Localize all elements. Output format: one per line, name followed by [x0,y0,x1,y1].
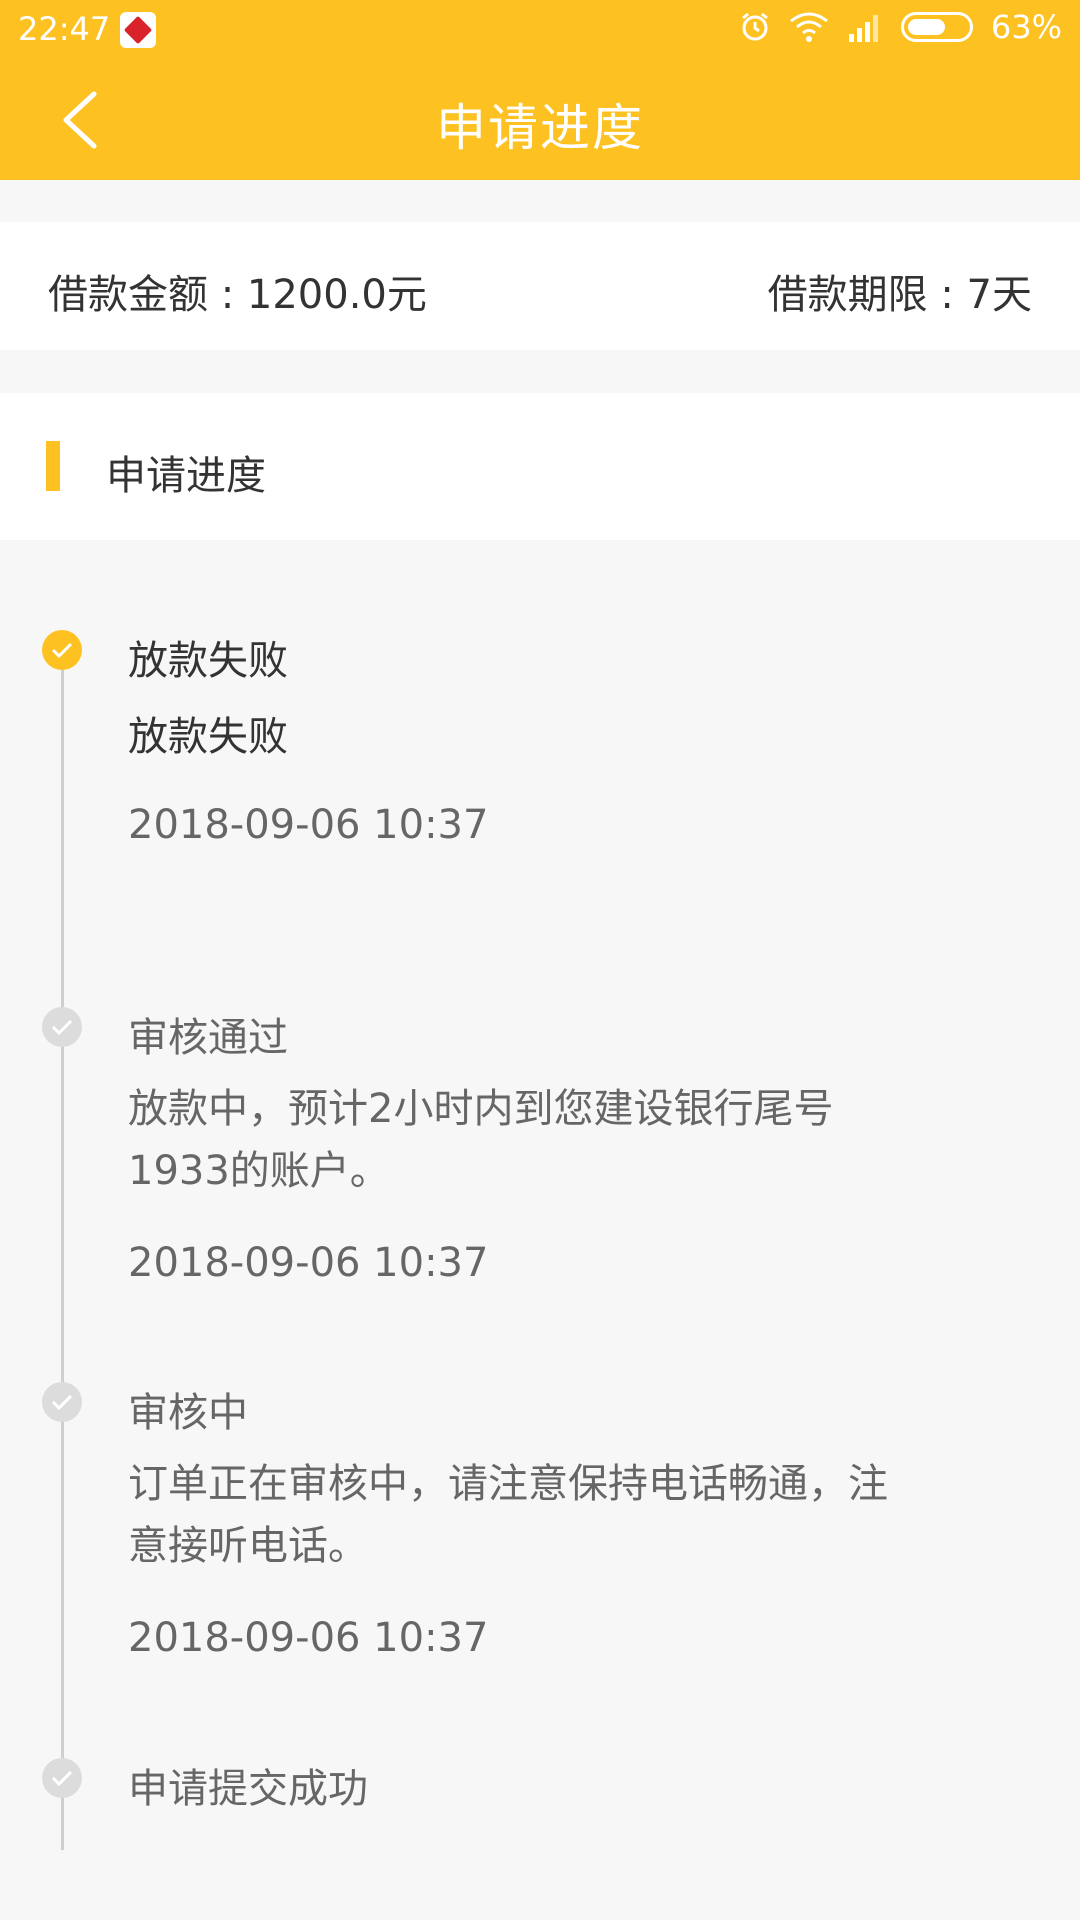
step-status: 申请提交成功 [128,1766,368,1812]
section-accent-bar [46,441,60,491]
page-title: 申请进度 [436,99,644,157]
step-time: 2018-09-06 10:37 [128,1240,489,1286]
alarm-icon [739,11,771,43]
step-time: 2018-09-06 10:37 [128,802,489,848]
step-status: 放款失败 [128,638,288,684]
battery-fill [907,19,945,35]
status-time: 22:47 [18,10,111,48]
step-desc: 放款失败 [128,714,288,760]
status-icons: 63% [739,8,1062,46]
status-bar: 22:47 63% [0,0,1080,60]
battery-icon [900,12,973,42]
signal-icon [847,12,883,42]
app-header: 22:47 63% 申请进度 [0,0,1080,180]
wifi-icon [789,11,829,43]
app-notification-icon [120,12,156,48]
step-status: 审核通过 [128,1015,288,1061]
check-icon [42,1758,82,1798]
check-icon [42,1382,82,1422]
step-time: 2018-09-06 10:37 [128,1615,489,1661]
loan-term: 借款期限 : 7天 [767,272,1032,318]
check-icon [42,1007,82,1047]
section-header: 申请进度 [0,393,1080,540]
battery-percent: 63% [990,8,1062,46]
timeline-line [61,650,64,1850]
loan-amount: 借款金额 : 1200.0元 [48,272,427,318]
check-icon [42,630,82,670]
section-title: 申请进度 [106,453,266,499]
step-status: 审核中 [128,1390,248,1436]
loan-summary: 借款金额 : 1200.0元 借款期限 : 7天 [0,222,1080,350]
step-desc: 订单正在审核中，请注意保持电话畅通，注意接听电话。 [128,1461,888,1569]
progress-timeline: 放款失败 放款失败 2018-09-06 10:37 审核通过 放款中，预计2小… [0,540,1080,1850]
step-desc: 放款中，预计2小时内到您建设银行尾号1933的账户。 [128,1086,834,1194]
